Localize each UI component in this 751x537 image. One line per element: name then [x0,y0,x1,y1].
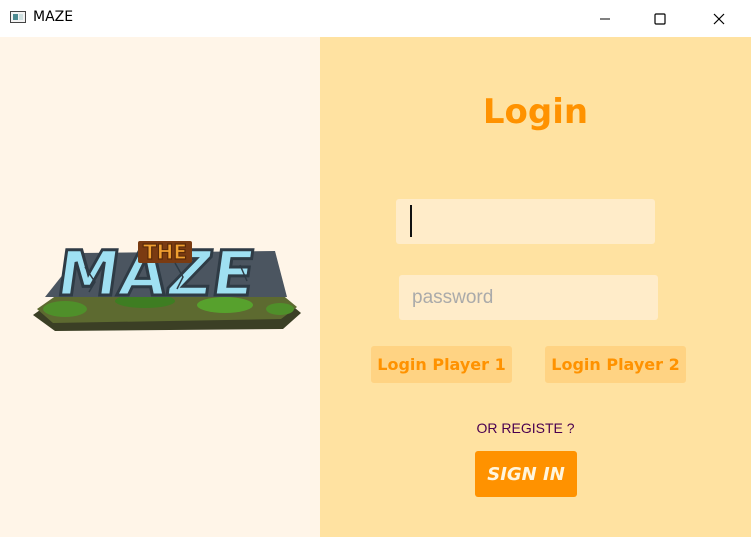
minimize-icon [600,18,610,19]
password-field[interactable] [399,275,658,320]
username-field[interactable] [396,199,655,244]
logo-top-text: THE [143,240,187,264]
minimize-button[interactable] [582,0,628,37]
login-panel: Login Login Player 1 Login Player 2 OR R… [320,37,751,537]
app-window-icon [10,11,26,23]
window-title: MAZE [33,9,74,25]
register-link[interactable]: OR REGISTE ? [320,420,731,436]
close-button[interactable] [696,0,742,37]
text-caret [410,205,412,237]
login-player1-button[interactable]: Login Player 1 [371,346,512,383]
maximize-icon [654,12,666,25]
login-player2-button[interactable]: Login Player 2 [545,346,686,383]
window-titlebar[interactable]: MAZE [0,0,751,37]
sign-in-button[interactable]: SIGN IN [475,451,577,497]
close-icon [713,13,725,24]
logo-panel: MAZE THE [0,37,320,537]
the-maze-logo: MAZE THE [33,236,301,331]
maximize-button[interactable] [637,0,683,37]
login-heading: Login [482,92,589,132]
